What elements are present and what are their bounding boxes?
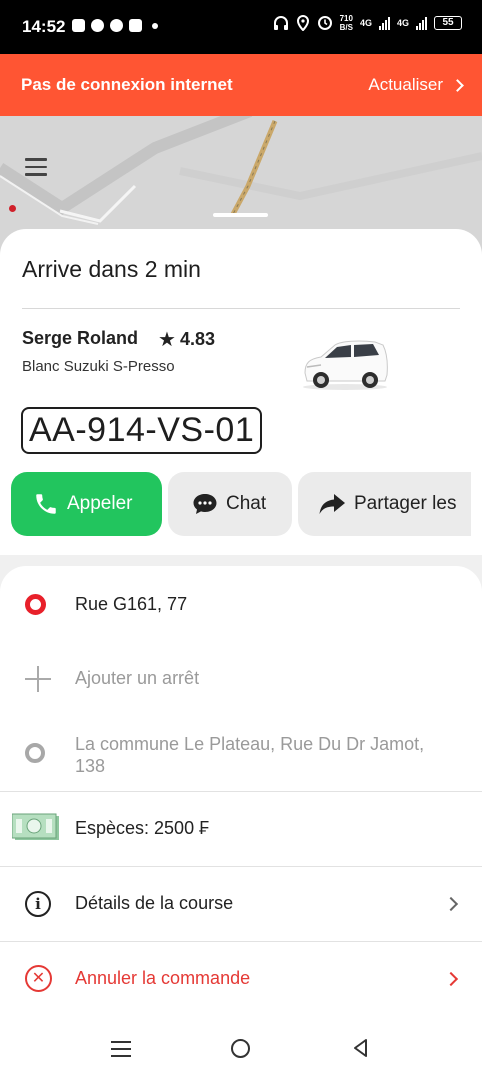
more-notifications-dot-icon xyxy=(152,22,158,29)
chat-label: Chat xyxy=(226,493,267,514)
contact-actions: Appeler Chat Partager les xyxy=(11,472,471,536)
share-trip-button[interactable]: Partager les xyxy=(298,472,471,536)
chevron-right-icon xyxy=(451,78,464,92)
status-bar: 14:52 710 B/S 4G 4G 55 xyxy=(0,0,482,54)
destination-line-1: La commune Le Plateau, Rue Du Dr Jamot, xyxy=(75,734,425,754)
trip-details-card: Rue G161, 77 Ajouter un arrêt La commune… xyxy=(0,566,482,1080)
signal-type-1: 4G xyxy=(359,18,372,28)
map-marker-icon xyxy=(9,205,16,212)
payment-row[interactable]: Espèces: 2500 ₣ xyxy=(0,809,482,849)
pickup-marker-icon xyxy=(25,594,46,615)
cancel-order-label: Annuler la commande xyxy=(75,968,251,988)
whatsapp-icon xyxy=(91,19,104,32)
eta-title: Arrive dans 2 min xyxy=(22,256,201,282)
chat-button[interactable]: Chat xyxy=(168,472,292,536)
notification-icons xyxy=(72,19,158,32)
status-time: 14:52 xyxy=(22,17,66,36)
signal-bars-2-icon xyxy=(416,16,427,30)
call-label: Appeler xyxy=(67,493,133,514)
trip-details-row[interactable]: i Détails de la course xyxy=(0,884,482,924)
cancel-order-row[interactable]: ✕ Annuler la commande xyxy=(0,959,482,999)
rating-value: 4.83 xyxy=(179,329,215,349)
destination-marker-icon xyxy=(25,743,45,763)
divider xyxy=(0,941,482,942)
signal-type-2: 4G xyxy=(396,18,409,28)
destination-line-2: 138 xyxy=(75,756,106,776)
driver-rating: ★ 4.83 xyxy=(158,329,215,350)
trip-details-label: Détails de la course xyxy=(75,893,234,913)
system-navigation-bar xyxy=(0,1015,482,1080)
recent-apps-icon[interactable] xyxy=(111,1041,131,1057)
chevron-right-icon xyxy=(443,896,459,912)
alarm-icon xyxy=(317,16,332,30)
signal-bars-1-icon xyxy=(378,16,390,30)
pickup-address: Rue G161, 77 xyxy=(75,594,188,614)
mail-notification-icon xyxy=(72,19,85,32)
battery-indicator: 55 xyxy=(434,16,462,30)
chat-notification-icon xyxy=(110,19,123,32)
cancel-x-icon: ✕ xyxy=(25,965,52,992)
call-button[interactable]: Appeler xyxy=(11,472,162,536)
add-stop-row[interactable]: Ajouter un arrêt xyxy=(0,665,482,695)
refresh-button[interactable]: Actualiser xyxy=(368,75,464,95)
app-screen: 14:52 710 B/S 4G 4G 55 Pas de connexion … xyxy=(0,0,482,1080)
no-connection-banner: Pas de connexion internet Actualiser xyxy=(0,54,482,116)
driver-card: Arrive dans 2 min Serge Roland ★ 4.83 Bl… xyxy=(0,229,482,555)
no-connection-message: Pas de connexion internet xyxy=(21,75,233,94)
info-icon: i xyxy=(25,891,51,917)
sheet-drag-handle[interactable] xyxy=(213,213,268,217)
refresh-label: Actualiser xyxy=(368,75,443,94)
headphones-icon xyxy=(273,16,288,30)
license-plate: AA-914-VS-01 xyxy=(21,407,263,454)
phone-icon xyxy=(36,494,56,514)
divider xyxy=(0,866,482,867)
share-label: Partager les xyxy=(354,493,457,514)
back-triangle-icon[interactable] xyxy=(351,1038,371,1058)
menu-icon[interactable] xyxy=(25,158,47,176)
snapchat-icon xyxy=(129,19,142,32)
network-speed-value: 710 xyxy=(339,14,353,23)
add-stop-label: Ajouter un arrêt xyxy=(75,668,200,688)
system-indicators: 710 B/S 4G 4G 55 xyxy=(273,14,462,32)
car-description: Blanc Suzuki S-Presso xyxy=(22,358,175,375)
car-image xyxy=(303,340,388,390)
plus-icon xyxy=(25,666,51,692)
cash-icon xyxy=(12,813,59,840)
home-icon[interactable] xyxy=(231,1039,250,1058)
network-speed: 710 B/S xyxy=(340,14,353,32)
pickup-row[interactable]: Rue G161, 77 xyxy=(0,590,482,620)
chat-bubble-icon xyxy=(193,494,217,514)
star-icon: ★ xyxy=(158,328,176,351)
payment-method: Espèces: 2500 ₣ xyxy=(75,818,210,838)
share-arrow-icon xyxy=(319,494,345,514)
divider xyxy=(22,308,460,309)
divider xyxy=(0,791,482,792)
destination-row[interactable]: La commune Le Plateau, Rue Du Dr Jamot, … xyxy=(0,730,482,780)
network-speed-unit: B/S xyxy=(339,23,353,32)
destination-address: La commune Le Plateau, Rue Du Dr Jamot, … xyxy=(75,733,424,777)
driver-name: Serge Roland xyxy=(22,328,139,348)
chevron-right-icon xyxy=(443,971,459,987)
location-icon xyxy=(296,15,309,31)
